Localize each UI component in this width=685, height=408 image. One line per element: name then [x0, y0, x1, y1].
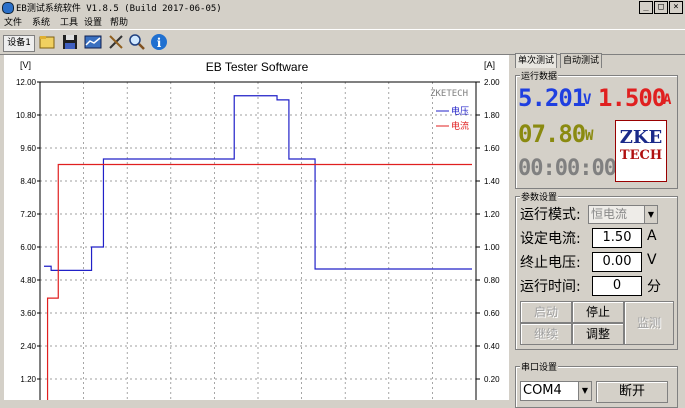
current-unit: A: [663, 92, 672, 108]
chart-export-icon[interactable]: [84, 33, 102, 51]
chevron-down-icon[interactable]: ▼: [578, 382, 591, 400]
mode-select[interactable]: 恒电流 ▼: [588, 205, 658, 224]
menu-bar: 文件 系统 工具 设置 帮助: [0, 14, 685, 28]
adjust-button[interactable]: 调整: [572, 323, 624, 345]
right-tick-label: 0.80: [484, 276, 500, 285]
current-readout: 1.500: [598, 84, 666, 112]
serial-settings-group: 串口设置 COM4 ▼ 断开: [515, 360, 678, 408]
left-tick-label: 12.00: [16, 78, 37, 87]
maximize-button[interactable]: □: [654, 1, 668, 14]
right-tick-label: 1.20: [484, 210, 500, 219]
right-axis-unit: [A]: [484, 60, 495, 70]
power-unit: W: [585, 128, 594, 144]
right-tick-label: 2.00: [484, 78, 500, 87]
voltage-unit: V: [583, 92, 592, 108]
left-tick-label: 1.20: [20, 375, 36, 384]
menu-help[interactable]: 帮助: [110, 15, 128, 28]
param-settings-label: 参数设置: [520, 190, 559, 203]
set-current-label: 设定电流:: [520, 231, 581, 247]
com-port-value: COM4: [523, 383, 562, 398]
toolbar: 设备1 i: [0, 29, 685, 55]
right-tick-label: 1.00: [484, 243, 500, 252]
watermark: ZKETECH: [430, 89, 468, 99]
run-data-label: 运行数据: [520, 69, 559, 82]
power-readout: 07.80: [518, 120, 586, 148]
logo-text-top: ZKE: [619, 127, 663, 148]
tools-icon[interactable]: [107, 33, 125, 51]
chart-title: EB Tester Software: [206, 60, 309, 74]
left-tick-label: 9.60: [20, 144, 36, 153]
mode-select-value: 恒电流: [591, 207, 628, 221]
minimize-button[interactable]: _: [639, 1, 653, 14]
time-readout: 00:00:00: [518, 156, 617, 181]
right-tick-label: 1.60: [484, 144, 500, 153]
start-button[interactable]: 启动: [520, 301, 572, 323]
right-tick-label: 1.80: [484, 111, 500, 120]
window-title: EB测试系统软件 V1.8.5 (Build 2017-06-05): [16, 4, 222, 14]
monitor-button[interactable]: 监测: [624, 301, 674, 345]
control-panel: 单次测试 自动测试 运行数据 5.201 V 1.500 A 07.80 W 0…: [512, 53, 685, 408]
zoom-icon[interactable]: [128, 33, 146, 51]
set-current-input[interactable]: 1.50: [592, 228, 642, 248]
menu-settings[interactable]: 设置: [84, 15, 102, 28]
stop-voltage-unit: V: [647, 252, 657, 268]
right-tick-label: 0.20: [484, 375, 500, 384]
serial-settings-label: 串口设置: [520, 360, 559, 373]
stop-button[interactable]: 停止: [572, 301, 624, 323]
title-bar: EB测试系统软件 V1.8.5 (Build 2017-06-05) _ □ ×: [0, 0, 685, 14]
left-tick-label: 2.40: [20, 342, 36, 351]
left-tick-label: 6.00: [20, 243, 36, 252]
svg-text:i: i: [157, 36, 162, 50]
legend-voltage: 电压: [451, 105, 469, 117]
left-tick-label: 10.80: [16, 111, 37, 120]
tab-single-test[interactable]: 单次测试: [515, 53, 558, 68]
right-tick-label: 0.60: [484, 309, 500, 318]
menu-system[interactable]: 系统: [32, 15, 50, 28]
left-axis-unit: [V]: [20, 60, 31, 70]
stop-voltage-label: 终止电压:: [520, 255, 581, 271]
chevron-down-icon[interactable]: ▼: [644, 206, 657, 223]
stop-voltage-input[interactable]: 0.00: [592, 252, 642, 272]
continue-button[interactable]: 继续: [520, 323, 572, 345]
voltage-readout: 5.201: [518, 84, 586, 112]
menu-file[interactable]: 文件: [4, 15, 22, 28]
run-data-group: 运行数据 5.201 V 1.500 A 07.80 W 00:00:00 ZK…: [515, 69, 678, 189]
logo-text-bottom: TECH: [619, 148, 663, 163]
left-tick-label: 3.60: [20, 309, 36, 318]
run-time-unit: 分: [647, 279, 661, 295]
close-button[interactable]: ×: [669, 1, 683, 14]
legend-current: 电流: [451, 120, 469, 132]
tab-auto-test[interactable]: 自动测试: [560, 53, 603, 68]
chart-panel: EB Tester Software [V] [A] 12.00 2.00 10.8…: [4, 55, 509, 408]
param-settings-group: 参数设置 运行模式: 恒电流 ▼ 设定电流: 1.50 A 终止电压: 0.00…: [515, 190, 678, 350]
zketech-logo: ZKE TECH: [615, 120, 667, 182]
com-port-select[interactable]: COM4 ▼: [520, 381, 592, 401]
save-icon[interactable]: [61, 33, 79, 51]
mode-label: 运行模式:: [520, 207, 581, 223]
menu-tools[interactable]: 工具: [60, 15, 78, 28]
left-tick-label: 8.40: [20, 177, 36, 186]
open-folder-icon[interactable]: [38, 33, 56, 51]
device-tab[interactable]: 设备1: [3, 35, 35, 52]
info-icon[interactable]: i: [150, 33, 168, 51]
left-tick-label: 4.80: [20, 276, 36, 285]
set-current-unit: A: [647, 228, 657, 244]
right-tick-label: 1.40: [484, 177, 500, 186]
run-time-label: 运行时间:: [520, 279, 581, 295]
voltage-current-chart: EB Tester Software [V] [A] 12.00 2.00 10.8…: [16, 60, 500, 408]
run-time-input[interactable]: 0: [592, 276, 642, 296]
app-icon: [2, 2, 14, 14]
left-tick-label: 7.20: [20, 210, 36, 219]
right-tick-label: 0.40: [484, 342, 500, 351]
